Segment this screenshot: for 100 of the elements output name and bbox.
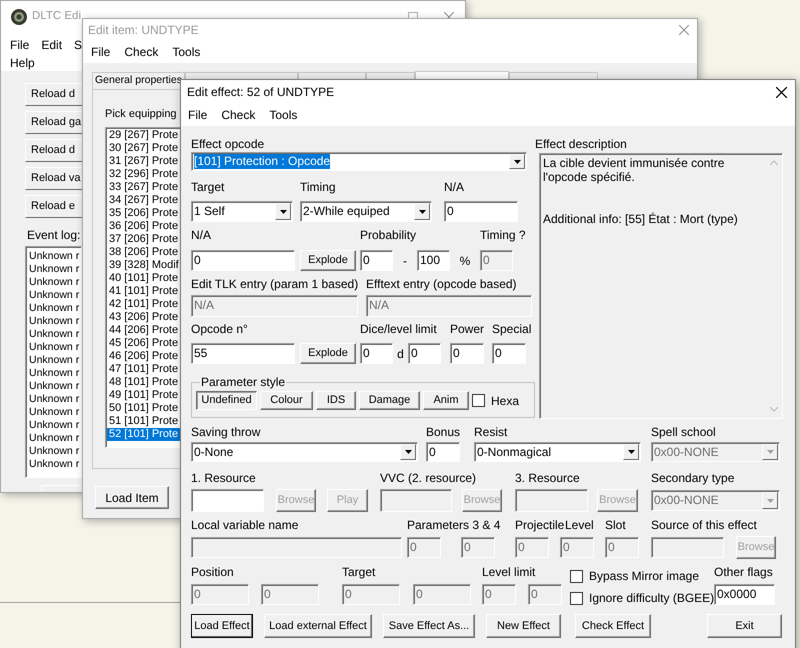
list-item[interactable]: 30 [267] Prote	[107, 142, 180, 155]
reload-button[interactable]: Reload va	[25, 167, 82, 190]
list-item[interactable]: 44 [206] Prote	[107, 324, 180, 337]
caret-icon[interactable]	[628, 450, 634, 454]
caret-icon[interactable]	[280, 210, 286, 214]
list-item[interactable]: 29 [267] Prote	[107, 129, 180, 142]
list-item[interactable]: 40 [101] Prote	[107, 272, 180, 285]
reload-button[interactable]: Reload ga	[25, 111, 82, 134]
button[interactable]: Save Effect As...	[383, 614, 475, 638]
list-item[interactable]: 37 [206] Prote	[107, 233, 180, 246]
text-field[interactable]: 0	[360, 250, 393, 271]
checkbox[interactable]	[472, 394, 485, 407]
menu-item[interactable]: File	[188, 106, 208, 124]
button[interactable]: Check Effect	[575, 614, 651, 638]
list-item[interactable]: 33 [267] Prote	[107, 181, 180, 194]
caret-icon[interactable]	[418, 210, 426, 214]
log-entry: Unknown r	[29, 367, 80, 380]
caret-icon[interactable]	[514, 160, 520, 164]
text-field[interactable]: 55	[191, 343, 295, 364]
field-label: Source of this effect	[651, 518, 757, 532]
list-item[interactable]: 46 [206] Prote	[107, 350, 180, 363]
text-field[interactable]: 0	[492, 343, 526, 364]
text-field[interactable]: 0	[444, 201, 518, 222]
menu-item[interactable]: Tools	[172, 43, 200, 61]
list-item[interactable]: 41 [101] Prote	[107, 285, 180, 298]
menu-item[interactable]: S	[74, 36, 82, 54]
list-item[interactable]: 43 [206] Prote	[107, 311, 180, 324]
button[interactable]: Explode	[300, 250, 356, 271]
load-item-button[interactable]: Load Item	[95, 486, 169, 509]
log-entry: Unknown r	[29, 445, 80, 458]
style-button[interactable]: Colour	[260, 391, 313, 410]
text-field[interactable]: 0	[191, 250, 295, 271]
reload-button[interactable]: Reload d	[25, 83, 82, 106]
button[interactable]: Explode	[300, 343, 356, 364]
list-item[interactable]: 36 [206] Prote	[107, 220, 180, 233]
button[interactable]: New Effect	[486, 614, 561, 638]
menu-item[interactable]: Check	[124, 43, 158, 61]
dropdown[interactable]: 0-None	[191, 442, 418, 462]
log-entry: Unknown r	[29, 406, 80, 419]
list-item[interactable]: 45 [206] Prote	[107, 337, 180, 350]
text-field[interactable]: 0	[360, 343, 393, 364]
tab[interactable]: General properties	[92, 72, 185, 89]
text-field[interactable]: 0x0000	[714, 584, 775, 605]
menu-item[interactable]: Check	[221, 106, 256, 124]
menu-item[interactable]: Edit	[41, 36, 62, 54]
dropdown[interactable]: [101] Protection : Opcode	[191, 152, 527, 171]
text-field[interactable]: 0	[450, 343, 484, 364]
list-item[interactable]: 32 [296] Prote	[107, 168, 180, 181]
menu-item[interactable]: Tools	[269, 106, 298, 124]
checkbox[interactable]	[570, 592, 583, 604]
dropdown[interactable]: 0-Nonmagical	[474, 442, 641, 462]
list-item[interactable]: 50 [101] Prote	[107, 402, 180, 415]
dropdown[interactable]: 2-While equiped	[300, 201, 432, 222]
log-entry: Unknown r	[29, 328, 80, 341]
reload-button[interactable]: Reload e	[25, 195, 82, 218]
field-label: Probability	[360, 228, 418, 242]
reload-button[interactable]: Reload d	[25, 139, 82, 162]
field-label: Effect description	[535, 137, 628, 151]
menu-item[interactable]: File	[10, 36, 30, 54]
dropdown[interactable]: 1 Self	[191, 201, 293, 222]
style-button[interactable]: Anim	[423, 391, 469, 410]
button[interactable]: Exit	[707, 614, 782, 638]
log-entry: Unknown r	[29, 263, 80, 276]
list-item[interactable]: 38 [206] Prote	[107, 246, 180, 259]
checkbox[interactable]	[570, 570, 583, 582]
list-item[interactable]: 47 [101] Prote	[107, 363, 180, 376]
list-item[interactable]: 34 [267] Prote	[107, 194, 180, 207]
log-entry: Unknown r	[29, 419, 80, 432]
text-field[interactable]	[191, 489, 264, 512]
style-button[interactable]: Undefined	[196, 391, 257, 410]
list-item[interactable]: 42 [101] Prote	[107, 298, 180, 311]
text-field[interactable]: 0	[426, 442, 460, 462]
field-label: Saving throw	[191, 425, 262, 439]
text-field[interactable]: 0	[408, 343, 441, 364]
menu-item[interactable]: Help	[10, 54, 35, 72]
list-item[interactable]: 51 [101] Prote	[107, 415, 180, 428]
field-label: Level	[565, 518, 595, 532]
text-field[interactable]: 100	[417, 250, 450, 271]
list-label: Pick equipping	[105, 107, 177, 121]
list-item[interactable]: 49 [101] Prote	[107, 389, 180, 402]
list-item[interactable]: 52 [101] Prote	[107, 428, 180, 441]
list-item[interactable]: 48 [101] Prote	[107, 376, 180, 389]
style-button[interactable]: IDS	[316, 391, 356, 410]
caret-icon[interactable]	[404, 450, 412, 454]
style-button[interactable]: Damage	[359, 391, 420, 410]
list-item[interactable]: 39 [328] Modif	[107, 259, 180, 272]
log-entry: Unknown r	[29, 302, 80, 315]
field-label: Parameters 3 & 4	[407, 518, 502, 532]
button[interactable]: Load external Effect	[264, 614, 372, 638]
button[interactable]: Load Effect	[191, 614, 253, 638]
close-icon[interactable]	[776, 86, 787, 98]
list-item[interactable]: 35 [206] Prote	[107, 207, 180, 220]
field-label: Parameter style	[200, 375, 286, 389]
event-log-label: Event log:	[27, 228, 80, 242]
list-item[interactable]: 31 [267] Prote	[107, 155, 180, 168]
field-label: Effect opcode	[191, 137, 266, 151]
checkbox-label: Hexa	[491, 394, 520, 408]
field-label: Dice/level limit	[360, 322, 438, 336]
field-label: Slot	[605, 518, 627, 532]
menu-item[interactable]: File	[91, 43, 110, 61]
